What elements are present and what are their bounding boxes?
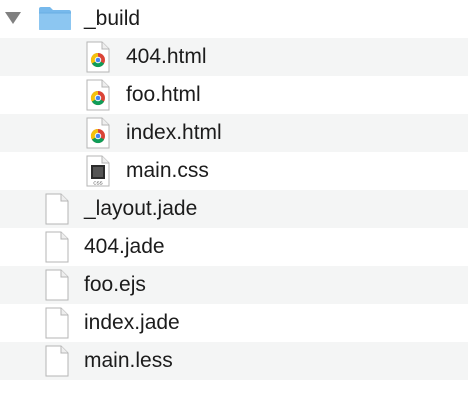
file-label: _layout.jade: [84, 197, 198, 220]
chrome-html-file-icon: [86, 41, 110, 73]
file-row[interactable]: index.html: [0, 114, 468, 152]
file-row[interactable]: foo.ejs: [0, 266, 468, 304]
document-icon: [45, 307, 69, 339]
file-label: index.jade: [84, 311, 180, 334]
file-row[interactable]: 404.html: [0, 38, 468, 76]
document-icon: [45, 345, 69, 377]
file-list: _build 404.html foo.html index.html CSS …: [0, 0, 468, 402]
file-label: foo.html: [126, 83, 201, 106]
disclosure-triangle-icon[interactable]: [5, 12, 21, 24]
file-row[interactable]: CSS main.css: [0, 152, 468, 190]
file-label: 404.html: [126, 45, 207, 68]
folder-label: _build: [84, 7, 141, 30]
document-icon: [45, 231, 69, 263]
file-row[interactable]: foo.html: [0, 76, 468, 114]
css-file-icon: CSS: [86, 155, 110, 187]
file-label: foo.ejs: [84, 273, 146, 296]
folder-row-build[interactable]: _build: [0, 0, 468, 38]
empty-row: [0, 380, 468, 402]
file-label: main.less: [84, 349, 173, 372]
document-icon: [45, 269, 69, 301]
file-row[interactable]: main.less: [0, 342, 468, 380]
folder-icon: [38, 5, 72, 31]
chrome-html-file-icon: [86, 117, 110, 149]
file-row[interactable]: index.jade: [0, 304, 468, 342]
file-label: index.html: [126, 121, 222, 144]
css-badge-text: CSS: [93, 181, 102, 186]
chrome-html-file-icon: [86, 79, 110, 111]
file-label: 404.jade: [84, 235, 165, 258]
document-icon: [45, 193, 69, 225]
file-row[interactable]: 404.jade: [0, 228, 468, 266]
file-label: main.css: [126, 159, 209, 182]
file-row[interactable]: _layout.jade: [0, 190, 468, 228]
